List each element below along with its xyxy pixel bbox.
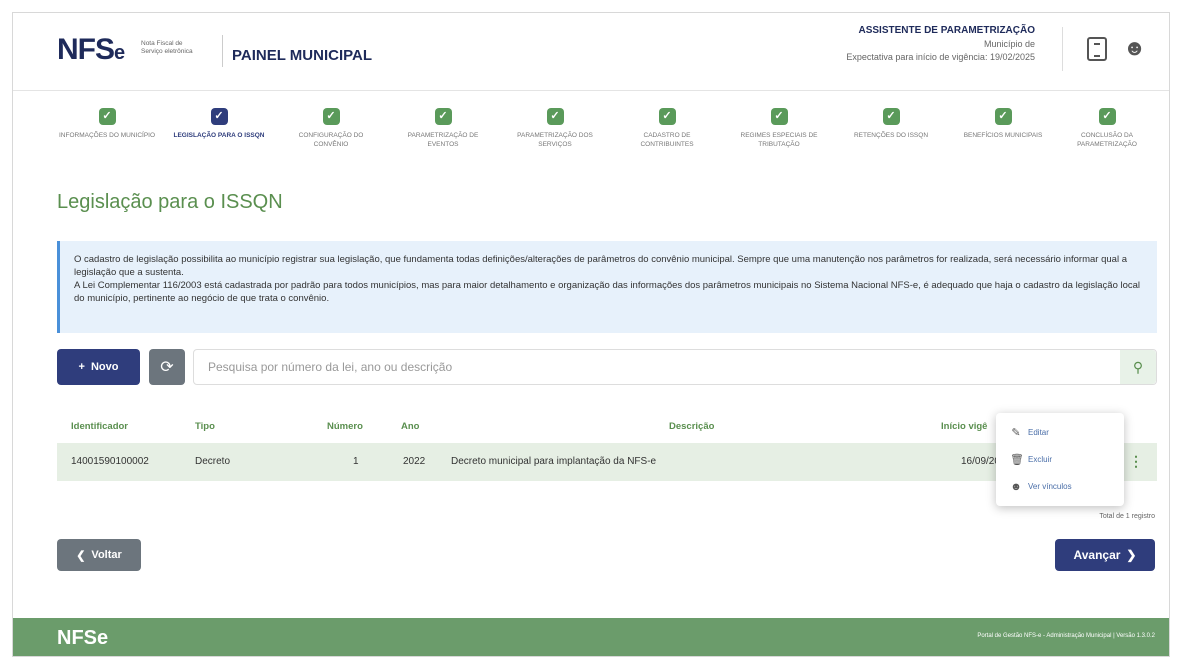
vinculos-label: Ver vínculos <box>1028 482 1072 491</box>
col-tipo: Tipo <box>195 421 215 432</box>
table-row[interactable]: 14001590100002 Decreto 1 2022 Decreto mu… <box>57 443 1157 481</box>
logo-e: e <box>114 42 125 64</box>
voltar-label: Voltar <box>91 549 122 561</box>
stepper: ✓ INFORMAÇÕES DO MUNICÍPIO ✓ LEGISLAÇÃO PA… <box>57 108 1157 178</box>
editar-label: Editar <box>1028 428 1049 437</box>
excluir-label: Excluir <box>1028 455 1053 464</box>
refresh-icon: ⟳ <box>160 359 174 376</box>
search-input[interactable]: Pesquisa por número da lei, ano ou descr… <box>193 349 1157 385</box>
pencil-icon: ✎ <box>1011 427 1021 439</box>
step-servicos[interactable]: ✓ PARAMETRIZAÇÃO DOS SERVIÇOS <box>505 108 605 149</box>
novo-label: Novo <box>90 361 119 373</box>
row-actions-menu: ✎ Editar 🗑 Excluir ☻ Ver vínculos <box>996 413 1124 506</box>
cell-inicio: 16/09/20 <box>961 456 1000 467</box>
search-button[interactable]: ⚲ <box>1120 350 1156 384</box>
cell-ano: 2022 <box>403 456 426 467</box>
row-actions-icon[interactable]: ⋮ <box>1129 453 1143 470</box>
nfse-logo: NFSe <box>57 33 125 67</box>
trash-icon: 🗑 <box>1010 454 1024 466</box>
cell-tipo: Decreto <box>195 456 231 467</box>
menu-item-editar[interactable]: ✎ Editar <box>996 419 1124 446</box>
step-regimes[interactable]: ✓ REGIMES ESPECIAIS DE TRIBUTAÇÃO <box>729 108 829 149</box>
step-label: CADASTRO DE CONTRIBUINTES <box>640 132 694 148</box>
link-user-icon: ☻ <box>1010 480 1022 493</box>
check-icon: ✓ <box>770 108 788 125</box>
step-label: CONCLUSÃO DA PARAMETRIZAÇÃO <box>1077 132 1137 148</box>
cell-numero: 1 <box>353 456 359 467</box>
municipio-label: Município de <box>983 39 1035 49</box>
step-beneficios[interactable]: ✓ BENEFÍCIOS MUNICIPAIS <box>953 108 1053 140</box>
cell-descricao: Decreto municipal para implantação da NF… <box>451 456 657 467</box>
col-numero: Número <box>327 421 363 432</box>
search-icon: ⚲ <box>1132 358 1144 375</box>
logo-text: NFS <box>57 33 115 66</box>
check-icon: ✓ <box>98 108 116 125</box>
vigencia-label: Expectativa para início de vigência: 19/… <box>846 52 1035 62</box>
step-label: CONFIGURAÇÃO DO CONVÊNIO <box>298 132 364 148</box>
info-box: O cadastro de legislação possibilita ao … <box>57 241 1157 333</box>
header-divider <box>1062 27 1063 71</box>
col-ano: Ano <box>401 421 420 432</box>
step-label: INFORMAÇÕES DO MUNICÍPIO <box>58 132 156 139</box>
check-icon: ✓ <box>210 108 228 125</box>
check-icon: ✓ <box>546 108 564 125</box>
user-icon[interactable]: ☻ <box>1123 35 1149 61</box>
step-label: PARAMETRIZAÇÃO DE EVENTOS <box>407 132 479 148</box>
step-label: PARAMETRIZAÇÃO DOS SERVIÇOS <box>517 132 593 148</box>
step-retencoes[interactable]: ✓ RETENÇÕES DO ISSQN <box>841 108 941 140</box>
avancar-label: Avançar <box>1073 548 1121 562</box>
step-label: LEGISLAÇÃO PARA O ISSQN <box>173 132 265 139</box>
building-icon[interactable] <box>1087 37 1107 61</box>
col-inicio: Início vigê <box>941 421 988 432</box>
step-contribuintes[interactable]: ✓ CADASTRO DE CONTRIBUINTES <box>617 108 717 149</box>
logo-divider <box>222 35 223 67</box>
plus-icon: + <box>78 361 85 373</box>
check-icon: ✓ <box>994 108 1012 125</box>
menu-item-vinculos[interactable]: ☻ Ver vínculos <box>996 473 1124 500</box>
col-identificador: Identificador <box>71 421 129 432</box>
step-eventos[interactable]: ✓ PARAMETRIZAÇÃO DE EVENTOS <box>393 108 493 149</box>
check-icon: ✓ <box>882 108 900 125</box>
menu-item-excluir[interactable]: 🗑 Excluir <box>996 446 1124 473</box>
total-records: Total de 1 registro <box>1099 513 1155 520</box>
page-title: Legislação para o ISSQN <box>57 191 283 213</box>
step-legislacao[interactable]: ✓ LEGISLAÇÃO PARA O ISSQN <box>169 108 269 140</box>
step-conclusao[interactable]: ✓ CONCLUSÃO DA PARAMETRIZAÇÃO <box>1057 108 1157 149</box>
info-text-2: A Lei Complementar 116/2003 está cadastr… <box>74 280 1141 304</box>
chevron-left-icon: ❮ <box>76 549 86 562</box>
search-placeholder: Pesquisa por número da lei, ano ou descr… <box>208 360 453 374</box>
step-label: BENEFÍCIOS MUNICIPAIS <box>963 132 1043 139</box>
header: NFSe Nota Fiscal de Serviço eletrônica P… <box>13 13 1169 91</box>
col-descricao: Descrição <box>669 421 715 432</box>
novo-button[interactable]: + Novo <box>57 349 140 385</box>
refresh-button[interactable]: ⟳ <box>149 349 185 385</box>
app-frame: NFSe Nota Fiscal de Serviço eletrônica P… <box>12 12 1170 657</box>
check-icon: ✓ <box>434 108 452 125</box>
toolbar: + Novo ⟳ Pesquisa por número da lei, ano … <box>57 349 1157 385</box>
cell-identificador: 14001590100002 <box>71 456 149 467</box>
logo-subtitle: Nota Fiscal de Serviço eletrônica <box>141 40 193 55</box>
step-label: RETENÇÕES DO ISSQN <box>853 132 929 139</box>
assistant-info: ASSISTENTE DE PARAMETRIZAÇÃO Município d… <box>846 25 1035 62</box>
step-configuracao[interactable]: ✓ CONFIGURAÇÃO DO CONVÊNIO <box>281 108 381 149</box>
check-icon: ✓ <box>658 108 676 125</box>
info-text-1: O cadastro de legislação possibilita ao … <box>74 254 1127 278</box>
check-icon: ✓ <box>322 108 340 125</box>
table-header: Identificador Tipo Número Ano Descrição … <box>57 413 1157 439</box>
footer: NFSe Portal de Gestão NFS-e - Administra… <box>13 618 1169 656</box>
app-title: PAINEL MUNICIPAL <box>232 47 373 64</box>
assistant-title: ASSISTENTE DE PARAMETRIZAÇÃO <box>858 25 1036 36</box>
check-icon: ✓ <box>1098 108 1116 125</box>
step-informacoes[interactable]: ✓ INFORMAÇÕES DO MUNICÍPIO <box>57 108 157 140</box>
footer-logo: NFSe <box>57 627 109 649</box>
chevron-right-icon: ❯ <box>1126 548 1137 562</box>
avancar-button[interactable]: Avançar ❯ <box>1055 539 1155 571</box>
step-label: REGIMES ESPECIAIS DE TRIBUTAÇÃO <box>740 132 818 148</box>
voltar-button[interactable]: ❮ Voltar <box>57 539 141 571</box>
footer-version: Portal de Gestão NFS-e - Administração M… <box>977 633 1155 639</box>
